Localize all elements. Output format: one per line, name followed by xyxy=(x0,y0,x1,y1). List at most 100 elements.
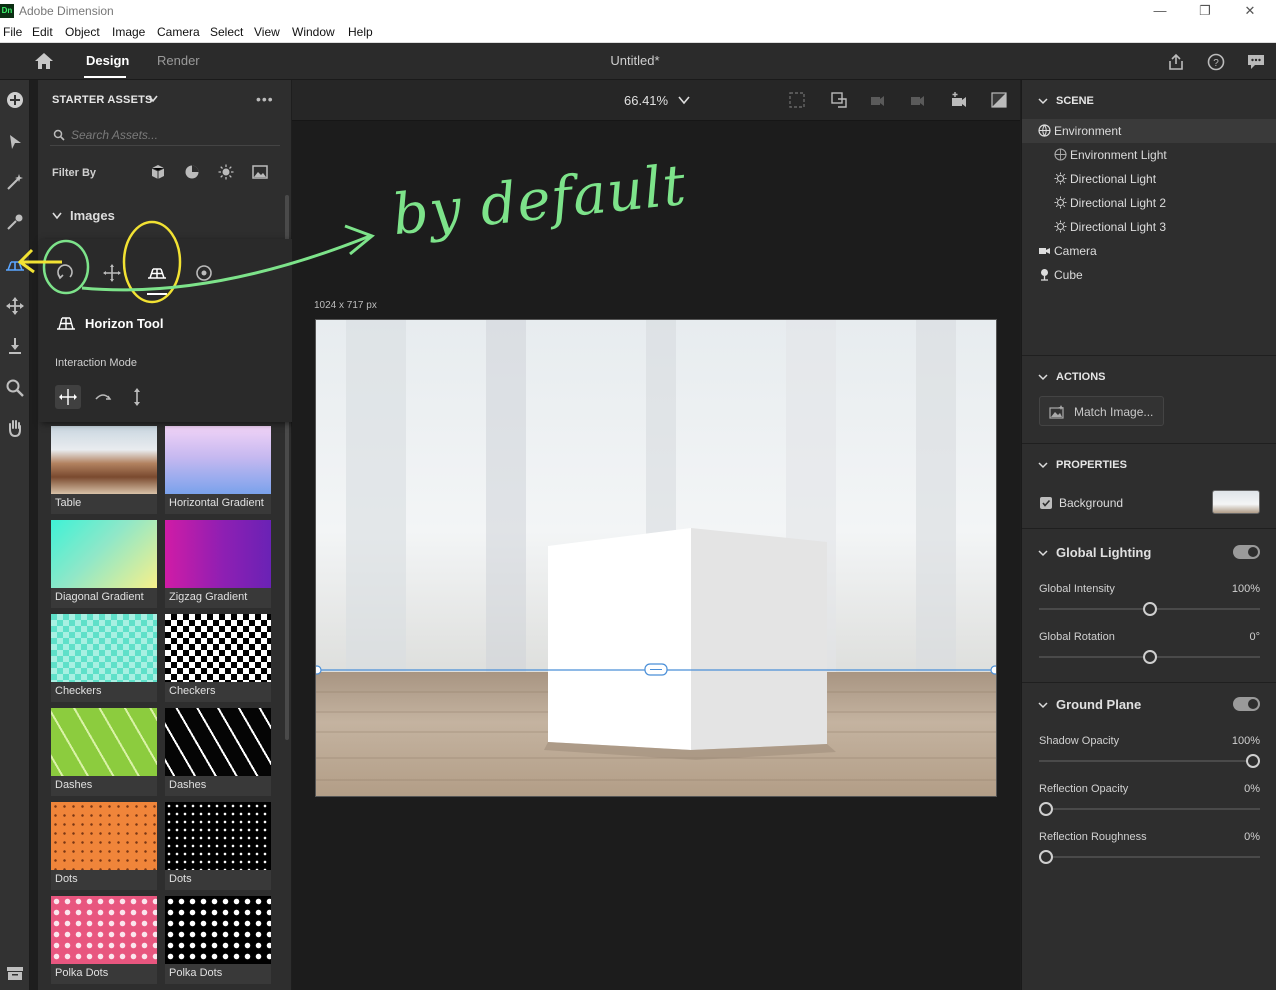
scene-item-environment[interactable]: Environment xyxy=(1022,119,1276,143)
horizon-icon[interactable] xyxy=(146,262,168,284)
scene-viewport[interactable] xyxy=(315,319,997,797)
material-filter-icon[interactable] xyxy=(184,164,200,180)
menu-image[interactable]: Image xyxy=(112,25,145,39)
dolly-tool-icon[interactable] xyxy=(193,262,215,284)
archive-icon[interactable] xyxy=(5,963,25,983)
minimize-icon[interactable]: — xyxy=(1150,2,1170,20)
orbit-tool-icon[interactable] xyxy=(54,262,76,284)
scene-item-directional-light-2[interactable]: Directional Light 2 xyxy=(1022,191,1276,215)
interaction-mode-rotate-button[interactable] xyxy=(90,385,116,409)
menu-help[interactable]: Help xyxy=(348,25,373,39)
ground-plane-chevron-icon[interactable] xyxy=(1038,700,1048,710)
slider-knob[interactable] xyxy=(1038,850,1053,864)
asset-thumb-zigzag-gradient[interactable]: Zigzag Gradient xyxy=(165,520,271,608)
background-checkbox[interactable] xyxy=(1040,497,1052,509)
asset-thumb-horizontal-gradient[interactable]: Horizontal Gradient xyxy=(165,426,271,514)
ground-plane-title[interactable]: Ground Plane xyxy=(1056,697,1141,712)
asset-thumb-polka-black[interactable]: Polka Dots xyxy=(165,896,271,984)
menu-object[interactable]: Object xyxy=(65,25,100,39)
global-lighting-chevron-icon[interactable] xyxy=(1038,548,1048,558)
global-lighting-toggle[interactable] xyxy=(1233,545,1260,559)
slider-knob[interactable] xyxy=(1142,602,1157,616)
scene-chevron-icon[interactable] xyxy=(1038,96,1048,106)
scene-item-cube[interactable]: Cube xyxy=(1022,263,1276,287)
global-lighting-title[interactable]: Global Lighting xyxy=(1056,545,1151,560)
reflection-roughness-slider[interactable] xyxy=(1038,850,1260,864)
chevron-down-icon[interactable] xyxy=(148,95,158,103)
assets-title[interactable]: STARTER ASSETS xyxy=(52,94,153,106)
asset-thumb-table[interactable]: Table xyxy=(51,426,157,514)
redo-camera-icon[interactable] xyxy=(908,91,926,109)
slider-knob[interactable] xyxy=(1246,754,1261,768)
asset-thumb-checkers-bw[interactable]: Checkers xyxy=(165,614,271,702)
scene-title[interactable]: SCENE xyxy=(1056,95,1094,107)
asset-thumb-dots-black[interactable]: Dots xyxy=(165,802,271,890)
zoom-level[interactable]: 66.41% xyxy=(624,93,668,108)
add-icon[interactable] xyxy=(5,90,25,110)
add-camera-bookmark-icon[interactable] xyxy=(950,91,968,109)
close-icon[interactable]: ✕ xyxy=(1240,2,1260,20)
render-preview-icon[interactable] xyxy=(990,91,1008,109)
actions-chevron-icon[interactable] xyxy=(1038,372,1048,382)
asset-thumb-polka-pink[interactable]: Polka Dots xyxy=(51,896,157,984)
feedback-icon[interactable] xyxy=(1246,52,1266,72)
tab-design-underline xyxy=(84,76,126,78)
shadow-opacity-slider[interactable] xyxy=(1039,754,1261,768)
asset-thumb-diagonal-gradient[interactable]: Diagonal Gradient xyxy=(51,520,157,608)
more-options-icon[interactable]: ••• xyxy=(256,91,274,107)
properties-chevron-icon[interactable] xyxy=(1038,460,1048,470)
magic-wand-icon[interactable] xyxy=(5,172,25,192)
camera-fit-icon[interactable] xyxy=(830,91,848,109)
select-tool-icon[interactable] xyxy=(5,132,25,152)
image-filter-icon[interactable] xyxy=(252,164,268,180)
ground-plane-toggle[interactable] xyxy=(1233,697,1260,711)
asset-thumb-dashes-green[interactable]: Dashes xyxy=(51,708,157,796)
scene-item-camera[interactable]: Camera xyxy=(1022,239,1276,263)
frame-selection-icon[interactable] xyxy=(788,91,806,109)
menu-select[interactable]: Select xyxy=(210,25,243,39)
background-swatch[interactable] xyxy=(1212,490,1260,514)
drop-to-ground-icon[interactable] xyxy=(5,336,25,356)
global-intensity-slider[interactable] xyxy=(1039,602,1260,616)
pan-tool-icon[interactable] xyxy=(101,262,123,284)
global-rotation-slider[interactable] xyxy=(1039,650,1260,664)
slider-knob[interactable] xyxy=(1038,802,1053,816)
images-section-title[interactable]: Images xyxy=(70,208,115,223)
undo-camera-icon[interactable] xyxy=(868,91,886,109)
asset-thumb-checkers-teal[interactable]: Checkers xyxy=(51,614,157,702)
slider-knob[interactable] xyxy=(1142,650,1157,664)
menu-file[interactable]: File xyxy=(3,25,22,39)
zoom-chevron-icon[interactable] xyxy=(678,95,690,105)
interaction-mode-vertical-button[interactable] xyxy=(124,385,150,409)
scene-item-directional-light[interactable]: Directional Light xyxy=(1022,167,1276,191)
menu-view[interactable]: View xyxy=(254,25,280,39)
hand-tool-icon[interactable] xyxy=(5,418,25,438)
search-input[interactable]: Search Assets... xyxy=(50,124,280,146)
images-chevron-icon[interactable] xyxy=(52,212,62,220)
reflection-opacity-slider[interactable] xyxy=(1038,802,1260,816)
home-icon[interactable] xyxy=(34,52,54,70)
model-filter-icon[interactable] xyxy=(150,164,166,180)
asset-thumb-dots-orange[interactable]: Dots xyxy=(51,802,157,890)
interaction-mode-move-button[interactable] xyxy=(55,385,81,409)
move-tool-icon[interactable] xyxy=(5,296,25,316)
help-icon[interactable]: ? xyxy=(1206,52,1226,72)
tab-design[interactable]: Design xyxy=(86,53,129,68)
maximize-icon[interactable]: ❐ xyxy=(1195,2,1215,20)
properties-title[interactable]: PROPERTIES xyxy=(1056,459,1127,471)
menu-window[interactable]: Window xyxy=(292,25,335,39)
share-icon[interactable] xyxy=(1166,52,1186,72)
title-bar: Dn Adobe Dimension — ❐ ✕ xyxy=(0,0,1276,22)
match-image-button[interactable]: Match Image... xyxy=(1039,396,1164,426)
eyedropper-icon[interactable] xyxy=(5,212,25,232)
tab-render[interactable]: Render xyxy=(157,53,200,68)
actions-title[interactable]: ACTIONS xyxy=(1056,371,1106,383)
asset-thumb-dashes-black[interactable]: Dashes xyxy=(165,708,271,796)
zoom-tool-icon[interactable] xyxy=(5,378,25,398)
horizon-tool-icon[interactable] xyxy=(5,256,25,276)
light-filter-icon[interactable] xyxy=(218,164,234,180)
scene-item-environment-light[interactable]: Environment Light xyxy=(1022,143,1276,167)
menu-camera[interactable]: Camera xyxy=(157,25,200,39)
menu-edit[interactable]: Edit xyxy=(32,25,53,39)
scene-item-directional-light-3[interactable]: Directional Light 3 xyxy=(1022,215,1276,239)
